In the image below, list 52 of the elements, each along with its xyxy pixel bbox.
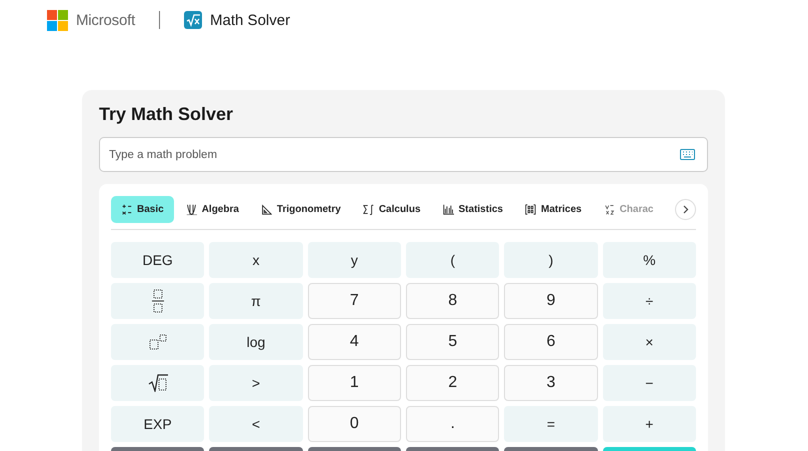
characters-icon: [604, 204, 615, 215]
keypad-key[interactable]: 4: [308, 324, 401, 360]
keypad-key[interactable]: 5: [406, 324, 500, 360]
keypad-key[interactable]: ÷: [602, 283, 696, 319]
bar-chart-icon: [442, 204, 454, 215]
keypad-key[interactable]: 9: [504, 283, 598, 319]
logo-icon: [47, 10, 68, 30]
keypad-key[interactable]: 7: [308, 283, 401, 319]
keypad-key[interactable]: 3: [504, 365, 598, 401]
keypad-key[interactable]: =: [504, 406, 598, 442]
product-name: Math Solver: [210, 12, 290, 28]
triangle-ruler-icon: [260, 204, 272, 215]
fraction-icon: [152, 289, 164, 313]
math-input-field[interactable]: Type a math problem: [99, 137, 708, 172]
keypad-key[interactable]: EXP: [111, 406, 204, 442]
keypad-key[interactable]: [111, 365, 204, 401]
square-root-icon: [148, 374, 168, 392]
parabola-icon: [186, 204, 197, 215]
keypad-key[interactable]: log: [209, 324, 303, 360]
keypad-key[interactable]: (: [406, 242, 500, 278]
keypad-key[interactable]: 2: [406, 365, 500, 401]
chevron-right-icon: [682, 205, 688, 214]
keypad-key[interactable]: 6: [504, 324, 598, 360]
scroll-right-button[interactable]: [675, 199, 696, 220]
app-logo-icon: [184, 11, 202, 29]
matrix-icon: [524, 204, 536, 215]
keypad-key[interactable]: −: [602, 365, 696, 401]
keypad-key[interactable]: DEG: [111, 242, 204, 278]
keypad-key[interactable]: π: [209, 283, 303, 319]
category-tab[interactable]: Algebra: [176, 196, 249, 223]
keypad-key[interactable]: x: [209, 242, 303, 278]
card-title: Try Math Solver: [99, 104, 234, 125]
keypad-key[interactable]: 8: [406, 283, 500, 319]
keypad-key[interactable]: +: [602, 406, 696, 442]
keyboard-icon[interactable]: [680, 149, 695, 160]
sigma-integral-icon: [362, 204, 374, 215]
brand-name: Microsoft: [76, 12, 136, 28]
category-tab[interactable]: Calculus: [352, 196, 431, 223]
exponent-icon: [148, 334, 167, 350]
category-tab[interactable]: Basic: [111, 196, 174, 223]
category-tab[interactable]: Statistics: [432, 196, 513, 223]
keypad-key[interactable]: %: [602, 242, 696, 278]
keypad-key[interactable]: y: [308, 242, 401, 278]
keypad-key[interactable]: ): [504, 242, 598, 278]
keypad-key[interactable]: 1: [308, 365, 401, 401]
keypad-key[interactable]: >: [209, 365, 303, 401]
keypad-key[interactable]: .: [406, 406, 500, 442]
keypad-key[interactable]: <: [209, 406, 303, 442]
category-tab[interactable]: Matrices: [514, 196, 592, 223]
keypad-key[interactable]: 0: [308, 406, 401, 442]
category-tab[interactable]: Trigonometry: [250, 196, 351, 223]
keypad-key[interactable]: ×: [602, 324, 696, 360]
